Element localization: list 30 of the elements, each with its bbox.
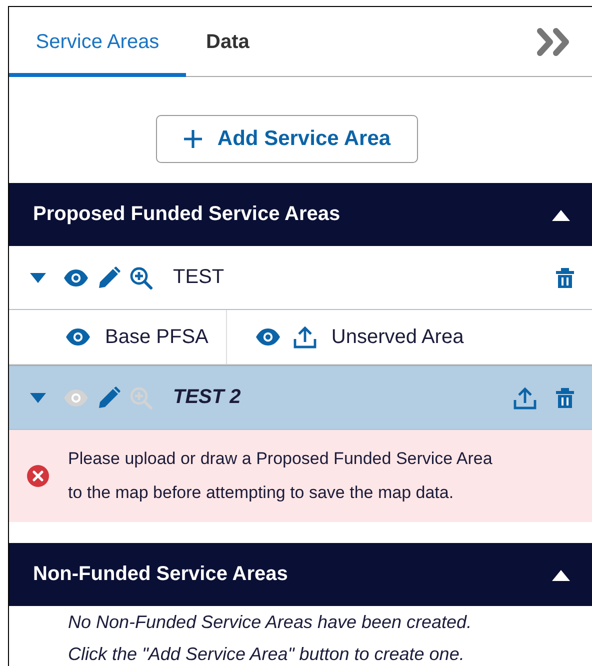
list-item[interactable]: TEST 2: [9, 365, 592, 430]
add-service-area-button[interactable]: Add Service Area: [156, 115, 418, 163]
eye-icon[interactable]: [63, 268, 89, 286]
error-icon: [26, 464, 50, 488]
caret-icon[interactable]: [551, 568, 571, 582]
upload-icon[interactable]: [513, 386, 537, 410]
trash-icon[interactable]: [555, 266, 575, 288]
layer-name: Unserved Area: [331, 326, 464, 348]
pencil-icon[interactable]: [97, 386, 121, 410]
caret-icon[interactable]: [29, 272, 47, 284]
section-title: Proposed Funded Service Areas: [33, 203, 340, 226]
pencil-icon[interactable]: [97, 266, 121, 290]
plus-icon: [183, 129, 204, 149]
section-header[interactable]: Non-Funded Service Areas: [9, 543, 592, 606]
alert-message: Please upload or draw a Proposed Funded Service Area to the map before attempting to save the map data.: [68, 448, 494, 504]
empty-message: No Non-Funded Service Areas have been created.: [68, 611, 473, 634]
item-name: TEST: [173, 266, 224, 289]
caret-icon[interactable]: [551, 208, 571, 222]
layer-name: Base PFSA: [105, 326, 208, 348]
tab[interactable]: Service Areas: [9, 8, 186, 76]
tab[interactable]: Data: [186, 8, 270, 76]
section-header[interactable]: Proposed Funded Service Areas: [9, 183, 592, 246]
eye-icon[interactable]: [65, 328, 91, 346]
item-name: TEST 2: [173, 386, 241, 409]
trash-icon[interactable]: [555, 386, 575, 408]
zoom-in-icon[interactable]: [129, 266, 153, 290]
eye-icon[interactable]: [255, 328, 282, 346]
section-title: Non-Funded Service Areas: [33, 563, 288, 586]
empty-message: Click the "Add Service Area" button to create one.: [68, 643, 466, 666]
upload-icon[interactable]: [293, 325, 318, 349]
